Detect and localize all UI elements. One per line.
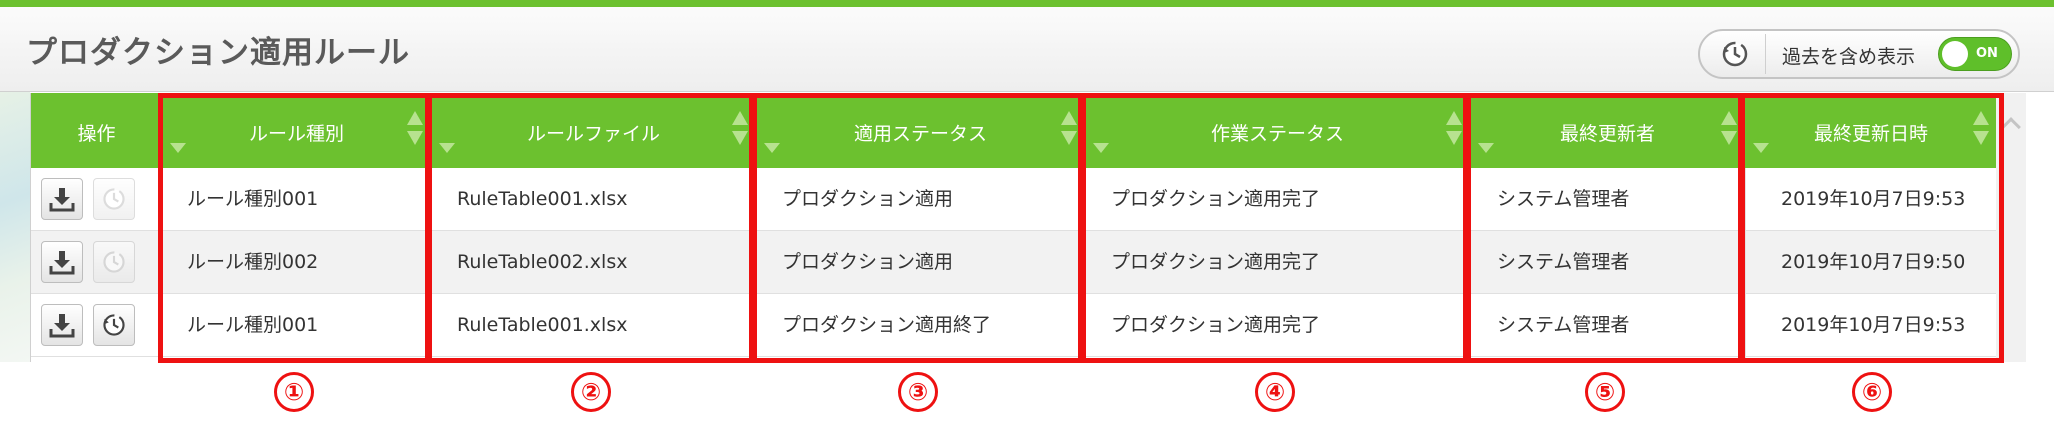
- column-header-label: 操作: [77, 123, 116, 145]
- page-header: プロダクション適用ルール 過去を含め表示 ON: [0, 7, 2054, 92]
- annotation-number-5: ⑤: [1585, 372, 1625, 412]
- download-icon: [49, 188, 75, 212]
- switch-state-text: ON: [1976, 46, 1998, 61]
- page-title: プロダクション適用ルール: [26, 35, 410, 71]
- download-icon: [49, 251, 75, 275]
- app-window: プロダクション適用ルール 過去を含め表示 ON 操作 ルール種別 ルールファイル…: [0, 0, 2054, 440]
- annotation-box-4: [1081, 93, 1468, 363]
- column-header-operation: 操作: [31, 93, 162, 168]
- annotation-number-1: ①: [274, 372, 314, 412]
- history-clock-icon: [103, 251, 125, 273]
- accent-line: [0, 0, 2054, 7]
- history-button[interactable]: [1704, 34, 1766, 74]
- annotation-box-2: [427, 93, 754, 363]
- annotation-box-3: [752, 93, 1083, 363]
- side-decoration: [0, 92, 30, 362]
- annotation-box-5: [1466, 93, 1743, 363]
- scroll-up-chevron-icon[interactable]: [2001, 117, 2021, 137]
- switch-knob: [1942, 41, 1968, 67]
- download-button[interactable]: [41, 178, 83, 220]
- include-past-switch[interactable]: ON: [1938, 37, 2012, 71]
- annotation-number-6: ⑥: [1852, 372, 1892, 412]
- history-button-disabled[interactable]: [93, 178, 135, 220]
- annotation-box-6: [1740, 93, 2004, 363]
- history-button[interactable]: [93, 304, 135, 346]
- history-clock-icon: [103, 314, 125, 336]
- history-button-disabled[interactable]: [93, 241, 135, 283]
- download-icon: [49, 314, 75, 338]
- annotation-number-4: ④: [1255, 372, 1295, 412]
- annotation-box-1: [158, 93, 430, 363]
- download-button[interactable]: [41, 304, 83, 346]
- history-toggle-label: 過去を含め表示: [1782, 46, 1916, 68]
- annotation-number-3: ③: [898, 372, 938, 412]
- history-toggle-control[interactable]: 過去を含め表示 ON: [1698, 29, 2020, 79]
- annotation-number-2: ②: [571, 372, 611, 412]
- download-button[interactable]: [41, 241, 83, 283]
- history-clock-icon: [103, 188, 125, 210]
- history-clock-icon: [1722, 41, 1747, 67]
